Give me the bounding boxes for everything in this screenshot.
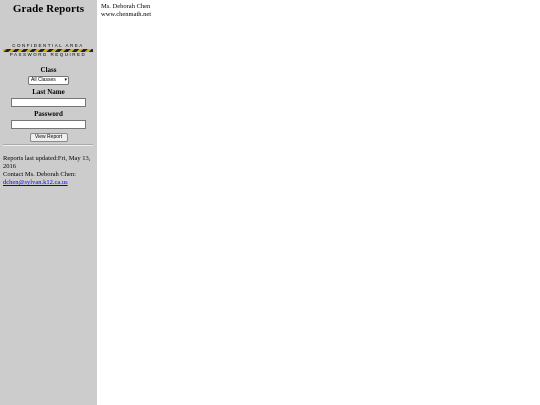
view-report-button[interactable]: View Report	[29, 133, 68, 142]
teacher-header: Ms. Deborah Chen www.chenmath.net	[101, 3, 151, 19]
confidential-banner-top-text: CONFIDENTIAL AREA	[12, 43, 84, 48]
divider	[3, 144, 93, 146]
contact-email-link[interactable]: dchen@sylvan.k12.ca.us	[3, 179, 68, 186]
last-name-input[interactable]	[11, 98, 86, 107]
page-title: Grade Reports	[12, 3, 85, 15]
contact-label: Contact Ms. Deborah Chen:	[3, 171, 76, 178]
confidential-banner: CONFIDENTIAL AREA PASSWORD REQUIRED	[3, 43, 93, 59]
class-select[interactable]: All Classes ▾	[28, 76, 69, 85]
site-url: www.chenmath.net	[101, 11, 152, 18]
chevron-down-icon: ▾	[64, 77, 67, 83]
last-name-label: Last Name	[32, 88, 65, 96]
sidebar: Grade Reports CONFIDENTIAL AREA PASSWORD…	[0, 0, 97, 405]
password-label: Password	[34, 110, 63, 118]
update-info: Reports last updated:Fri, May 13, 2016 C…	[3, 155, 93, 187]
password-input[interactable]	[11, 120, 86, 129]
class-select-value: All Classes	[31, 77, 56, 83]
confidential-banner-bottom-text: PASSWORD REQUIRED	[9, 52, 87, 57]
login-form: Class All Classes ▾ Last Name Password V…	[0, 66, 97, 142]
updated-label: Reports last updated:	[3, 155, 58, 162]
teacher-name: Ms. Deborah Chen	[101, 3, 151, 10]
class-label: Class	[40, 66, 57, 74]
